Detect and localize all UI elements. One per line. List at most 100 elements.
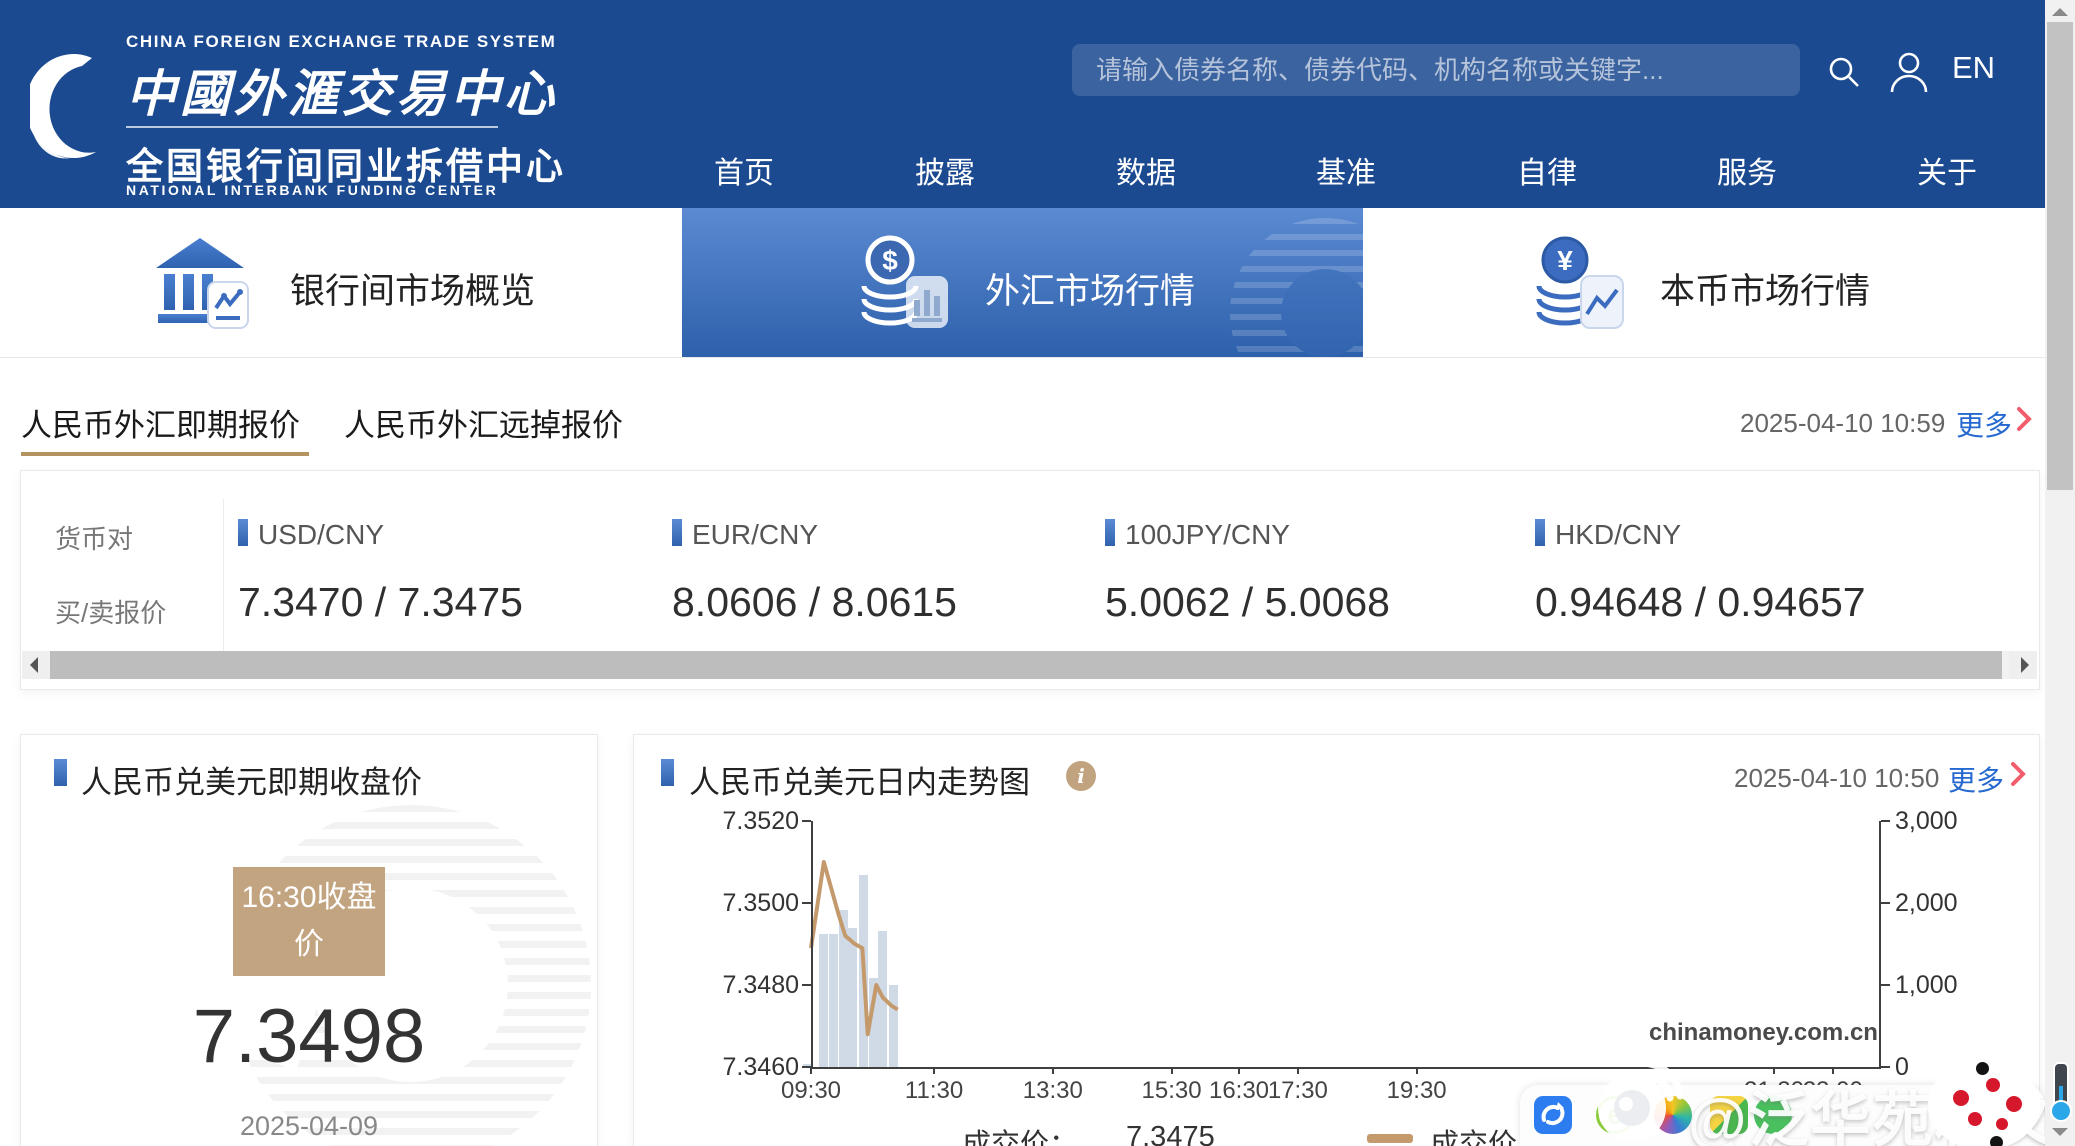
cfets-logo-icon — [30, 40, 120, 180]
pair-bid-ask: 5.0062 / 5.0068 — [1105, 579, 1390, 626]
y-axis-label: 7.3520 — [689, 807, 799, 836]
pair-accent-bar — [672, 519, 682, 546]
time-axis-label: 13:30 — [1003, 1077, 1103, 1105]
more-chevron-icon[interactable] — [2008, 761, 2028, 787]
svg-text:$: $ — [882, 245, 898, 276]
scroll-right-button[interactable] — [2009, 651, 2037, 679]
column-divider — [223, 499, 224, 659]
pair-name: USD/CNY — [258, 519, 384, 551]
chinamoney-watermark: chinamoney.com.cn — [1649, 1019, 1878, 1047]
search-box — [1072, 44, 1800, 96]
x-tick — [1052, 1067, 1054, 1074]
search-icon[interactable] — [1826, 54, 1862, 90]
brand-calligraphy: 中國外滙交易中心 — [126, 54, 558, 126]
language-toggle[interactable]: EN — [1952, 50, 1995, 86]
x-tick — [810, 1067, 812, 1074]
tab-local-currency-market[interactable]: ¥ 本币市场行情 — [1363, 208, 2045, 357]
quotes-more-link[interactable]: 更多 — [1956, 404, 2012, 444]
pair-name: HKD/CNY — [1555, 519, 1681, 551]
svg-text:¥: ¥ — [1557, 245, 1573, 276]
pair-accent-bar — [1105, 519, 1115, 546]
active-tab-underline — [21, 452, 309, 456]
pair-accent-bar — [1535, 519, 1545, 546]
tab-local-currency-market-label: 本币市场行情 — [1660, 263, 1870, 314]
chart-more-link[interactable]: 更多 — [1948, 759, 2004, 799]
page: CHINA FOREIGN EXCHANGE TRADE SYSTEM 中國外滙… — [0, 0, 2075, 1146]
y-axis-label: 7.3500 — [689, 889, 799, 918]
deal-price-legend-swatch — [1367, 1134, 1413, 1143]
title-bullet — [54, 759, 67, 786]
site-header: CHINA FOREIGN EXCHANGE TRADE SYSTEM 中國外滙… — [0, 0, 2075, 208]
thermometer-bulb-icon — [2050, 1100, 2072, 1122]
y-tick — [1881, 984, 1890, 986]
y-tick — [802, 902, 811, 904]
y-tick — [802, 984, 811, 986]
cfets-watermark — [1230, 218, 1363, 357]
x-tick — [1297, 1067, 1299, 1074]
nav-about[interactable]: 关于 — [1877, 148, 2017, 192]
page-scrollbar[interactable] — [2045, 0, 2075, 1146]
pair-bid-ask: 7.3470 / 7.3475 — [238, 579, 523, 626]
nav-home[interactable]: 首页 — [674, 148, 814, 192]
y-tick — [802, 820, 811, 822]
time-axis-label: 17:30 — [1248, 1077, 1348, 1105]
tab-fx-market-label: 外汇市场行情 — [985, 263, 1195, 314]
y-tick — [1881, 1066, 1890, 1068]
chart-timestamp: 2025-04-10 10:50 — [1734, 763, 1939, 794]
tab-interbank-overview[interactable]: 银行间市场概览 — [0, 208, 682, 357]
nav-disclosure[interactable]: 披露 — [875, 148, 1015, 192]
tab-interbank-overview-label: 银行间市场概览 — [290, 263, 535, 314]
volume-axis-label: 3,000 — [1895, 807, 2005, 836]
coins-yuan-icon: ¥ — [1525, 232, 1625, 332]
closing-price-date: 2025-04-09 — [21, 1111, 597, 1142]
time-axis-label: 19:30 — [1367, 1077, 1467, 1105]
title-bullet — [661, 759, 674, 786]
scrollbar-thumb[interactable] — [50, 651, 2002, 679]
pair-accent-bar — [238, 519, 248, 546]
tab-rmb-fx-forward-swap-quotes[interactable]: 人民币外汇远掉报价 — [344, 400, 623, 445]
scroll-left-button[interactable] — [22, 651, 50, 679]
nav-services[interactable]: 服务 — [1677, 148, 1817, 192]
scroll-down-arrow[interactable] — [2052, 1128, 2068, 1136]
scroll-up-arrow[interactable] — [2052, 8, 2068, 16]
quotes-timestamp: 2025-04-10 10:59 — [1740, 408, 1945, 439]
horizontal-scrollbar[interactable] — [22, 651, 2037, 679]
closing-price-card: 人民币兑美元即期收盘价 16:30收盘价 7.3498 2025-04-09 — [20, 734, 598, 1146]
nav-data[interactable]: 数据 — [1076, 148, 1216, 192]
deal-price-value: 7.3475 — [1126, 1121, 1215, 1146]
user-icon[interactable] — [1888, 50, 1930, 94]
y-tick — [1881, 820, 1890, 822]
deal-price-label: 成交价： — [962, 1121, 1078, 1146]
pair-name: EUR/CNY — [692, 519, 818, 551]
x-tick — [1416, 1067, 1418, 1074]
y-axis-left — [811, 821, 813, 1067]
x-axis — [811, 1067, 1881, 1069]
nav-benchmark[interactable]: 基准 — [1276, 148, 1416, 192]
pair-bid-ask: 8.0606 / 8.0615 — [672, 579, 957, 626]
nav-self-discipline[interactable]: 自律 — [1477, 148, 1617, 192]
tab-fx-market[interactable]: $ 外汇市场行情 — [682, 208, 1363, 357]
brand-line-en-bottom: NATIONAL INTERBANK FUNDING CENTER — [126, 182, 498, 198]
market-tabs: 银行间市场概览 $ 外汇市场行情 — [0, 208, 2075, 358]
row-label-bidask: 买/卖报价 — [55, 593, 166, 630]
tab-rmb-fx-spot-quotes[interactable]: 人民币外汇即期报价 — [21, 400, 300, 445]
more-chevron-icon[interactable] — [2014, 406, 2034, 432]
closing-time-badge: 16:30收盘价 — [233, 867, 385, 976]
page-scrollbar-thumb[interactable] — [2047, 22, 2073, 490]
pair-name: 100JPY/CNY — [1125, 519, 1290, 551]
pair-bid-ask: 0.94648 / 0.94657 — [1535, 579, 1866, 626]
x-tick — [1171, 1067, 1173, 1074]
weibo-watermark-icon — [1592, 1056, 1684, 1146]
dock-app-icon-blue[interactable] — [1534, 1096, 1572, 1134]
quotes-table-card: 货币对 买/卖报价 USD/CNY 7.3470 / 7.3475 EUR/CN… — [20, 470, 2040, 690]
time-axis-label: 11:30 — [884, 1077, 984, 1105]
time-axis-label: 09:30 — [761, 1077, 861, 1105]
brand-divider — [126, 126, 498, 128]
bank-icon — [150, 232, 250, 332]
search-input[interactable] — [1072, 44, 1800, 96]
row-label-pair: 货币对 — [55, 519, 133, 556]
info-icon[interactable]: i — [1066, 761, 1096, 791]
y-axis-label: 7.3480 — [689, 971, 799, 1000]
chart-card-title: 人民币兑美元日内走势图 — [689, 757, 1030, 802]
closing-price-value: 7.3498 — [21, 993, 597, 1080]
